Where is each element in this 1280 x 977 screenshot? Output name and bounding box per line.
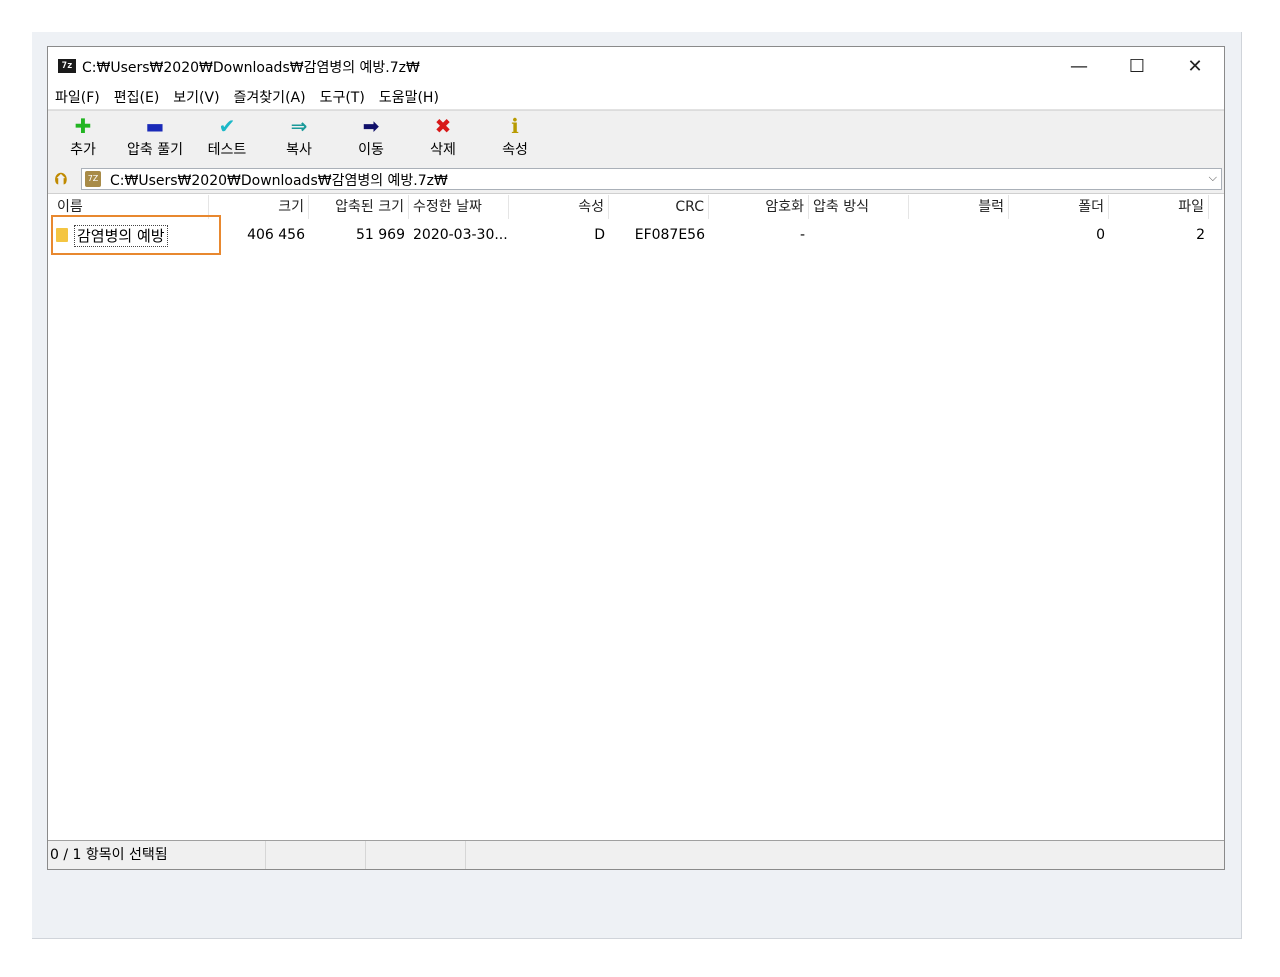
info-icon: ℹ xyxy=(511,114,519,138)
col-files[interactable]: 파일 xyxy=(1109,195,1209,219)
close-button[interactable]: ✕ xyxy=(1166,47,1224,85)
col-encrypted[interactable]: 암호화 xyxy=(709,195,809,219)
status-pane-2 xyxy=(266,841,366,869)
row-files: 2 xyxy=(1196,227,1205,243)
minimize-button[interactable]: — xyxy=(1050,47,1108,85)
7zip-window: 7z C:₩Users₩2020₩Downloads₩감염병의 예방.7z₩ —… xyxy=(47,46,1225,870)
menu-help[interactable]: 도움말(H) xyxy=(379,87,439,107)
row-block xyxy=(909,223,1009,247)
row-attributes: D xyxy=(594,227,605,243)
archive-icon: 7Z xyxy=(85,171,101,187)
chevron-down-icon[interactable]: ⌵ xyxy=(1209,171,1217,185)
row-size: 406 456 xyxy=(247,227,305,243)
table-row[interactable]: 감염병의 예방 406 456 51 969 2020-03-30... D E… xyxy=(48,215,1224,255)
copy-label: 복사 xyxy=(286,142,312,158)
address-bar: ⮉ 7Z C:₩Users₩2020₩Downloads₩감염병의 예방.7z₩… xyxy=(48,166,1224,194)
col-folders[interactable]: 폴더 xyxy=(1009,195,1109,219)
move-arrow-icon: ➡ xyxy=(362,114,380,138)
delete-button[interactable]: ✖ 삭제 xyxy=(408,114,478,162)
minus-icon: ▬ xyxy=(145,114,165,138)
title-bar[interactable]: 7z C:₩Users₩2020₩Downloads₩감염병의 예방.7z₩ —… xyxy=(48,47,1224,85)
col-block[interactable]: 블럭 xyxy=(909,195,1009,219)
row-packed-size: 51 969 xyxy=(356,227,405,243)
col-modified[interactable]: 수정한 날짜 xyxy=(409,195,509,219)
test-button[interactable]: ✔ 테스트 xyxy=(192,114,262,162)
path-text[interactable]: C:₩Users₩2020₩Downloads₩감염병의 예방.7z₩ xyxy=(110,170,448,190)
row-folders: 0 xyxy=(1096,227,1105,243)
column-headers: 이름 크기 압축된 크기 수정한 날짜 속성 CRC 암호화 압축 방식 블럭 … xyxy=(48,195,1224,219)
row-modified: 2020-03-30... xyxy=(413,227,508,243)
info-button[interactable]: ℹ 속성 xyxy=(480,114,550,162)
status-bar: 0 / 1 항목이 선택됨 xyxy=(48,840,1224,869)
row-name[interactable]: 감염병의 예방 xyxy=(74,225,168,247)
col-name[interactable]: 이름 xyxy=(50,195,209,219)
col-packed-size[interactable]: 압축된 크기 xyxy=(309,195,409,219)
folder-icon xyxy=(56,228,68,242)
status-pane-3 xyxy=(366,841,466,869)
toolbar: ✚ 추가 ▬ 압축 풀기 ✔ 테스트 ⇒ 복사 ➡ 이동 ✖ 삭제 ℹ 속성 xyxy=(48,110,1224,167)
maximize-button[interactable]: ☐ xyxy=(1108,47,1166,85)
menu-tools[interactable]: 도구(T) xyxy=(320,87,365,107)
check-icon: ✔ xyxy=(218,114,236,138)
copy-arrow-icon: ⇒ xyxy=(290,114,308,138)
menu-view[interactable]: 보기(V) xyxy=(173,87,219,107)
copy-button[interactable]: ⇒ 복사 xyxy=(264,114,334,162)
row-crc: EF087E56 xyxy=(634,227,705,243)
menu-bar: 파일(F) 편집(E) 보기(V) 즐겨찾기(A) 도구(T) 도움말(H) xyxy=(48,85,1224,110)
menu-file[interactable]: 파일(F) xyxy=(55,87,100,107)
plus-icon: ✚ xyxy=(74,114,92,138)
move-label: 이동 xyxy=(358,142,384,158)
window-title: C:₩Users₩2020₩Downloads₩감염병의 예방.7z₩ xyxy=(82,60,420,76)
row-method xyxy=(809,223,909,247)
delete-label: 삭제 xyxy=(430,142,456,158)
7zip-app-icon: 7z xyxy=(58,59,76,73)
extract-label: 압축 풀기 xyxy=(127,142,183,158)
info-label: 속성 xyxy=(502,142,528,158)
move-button[interactable]: ➡ 이동 xyxy=(336,114,406,162)
delete-x-icon: ✖ xyxy=(434,114,452,138)
add-label: 추가 xyxy=(70,142,96,158)
add-button[interactable]: ✚ 추가 xyxy=(48,114,118,162)
status-selection: 0 / 1 항목이 선택됨 xyxy=(48,841,266,869)
up-folder-icon[interactable]: ⮉ xyxy=(52,170,70,188)
menu-favorites[interactable]: 즐겨찾기(A) xyxy=(234,87,306,107)
col-size[interactable]: 크기 xyxy=(209,195,309,219)
col-attributes[interactable]: 속성 xyxy=(509,195,609,219)
col-crc[interactable]: CRC xyxy=(609,195,709,219)
col-method[interactable]: 압축 방식 xyxy=(809,195,909,219)
extract-button[interactable]: ▬ 압축 풀기 xyxy=(120,114,190,162)
path-combobox[interactable]: 7Z C:₩Users₩2020₩Downloads₩감염병의 예방.7z₩ ⌵ xyxy=(81,168,1222,190)
menu-edit[interactable]: 편집(E) xyxy=(114,87,160,107)
row-encrypted: - xyxy=(799,227,805,243)
test-label: 테스트 xyxy=(207,142,247,158)
